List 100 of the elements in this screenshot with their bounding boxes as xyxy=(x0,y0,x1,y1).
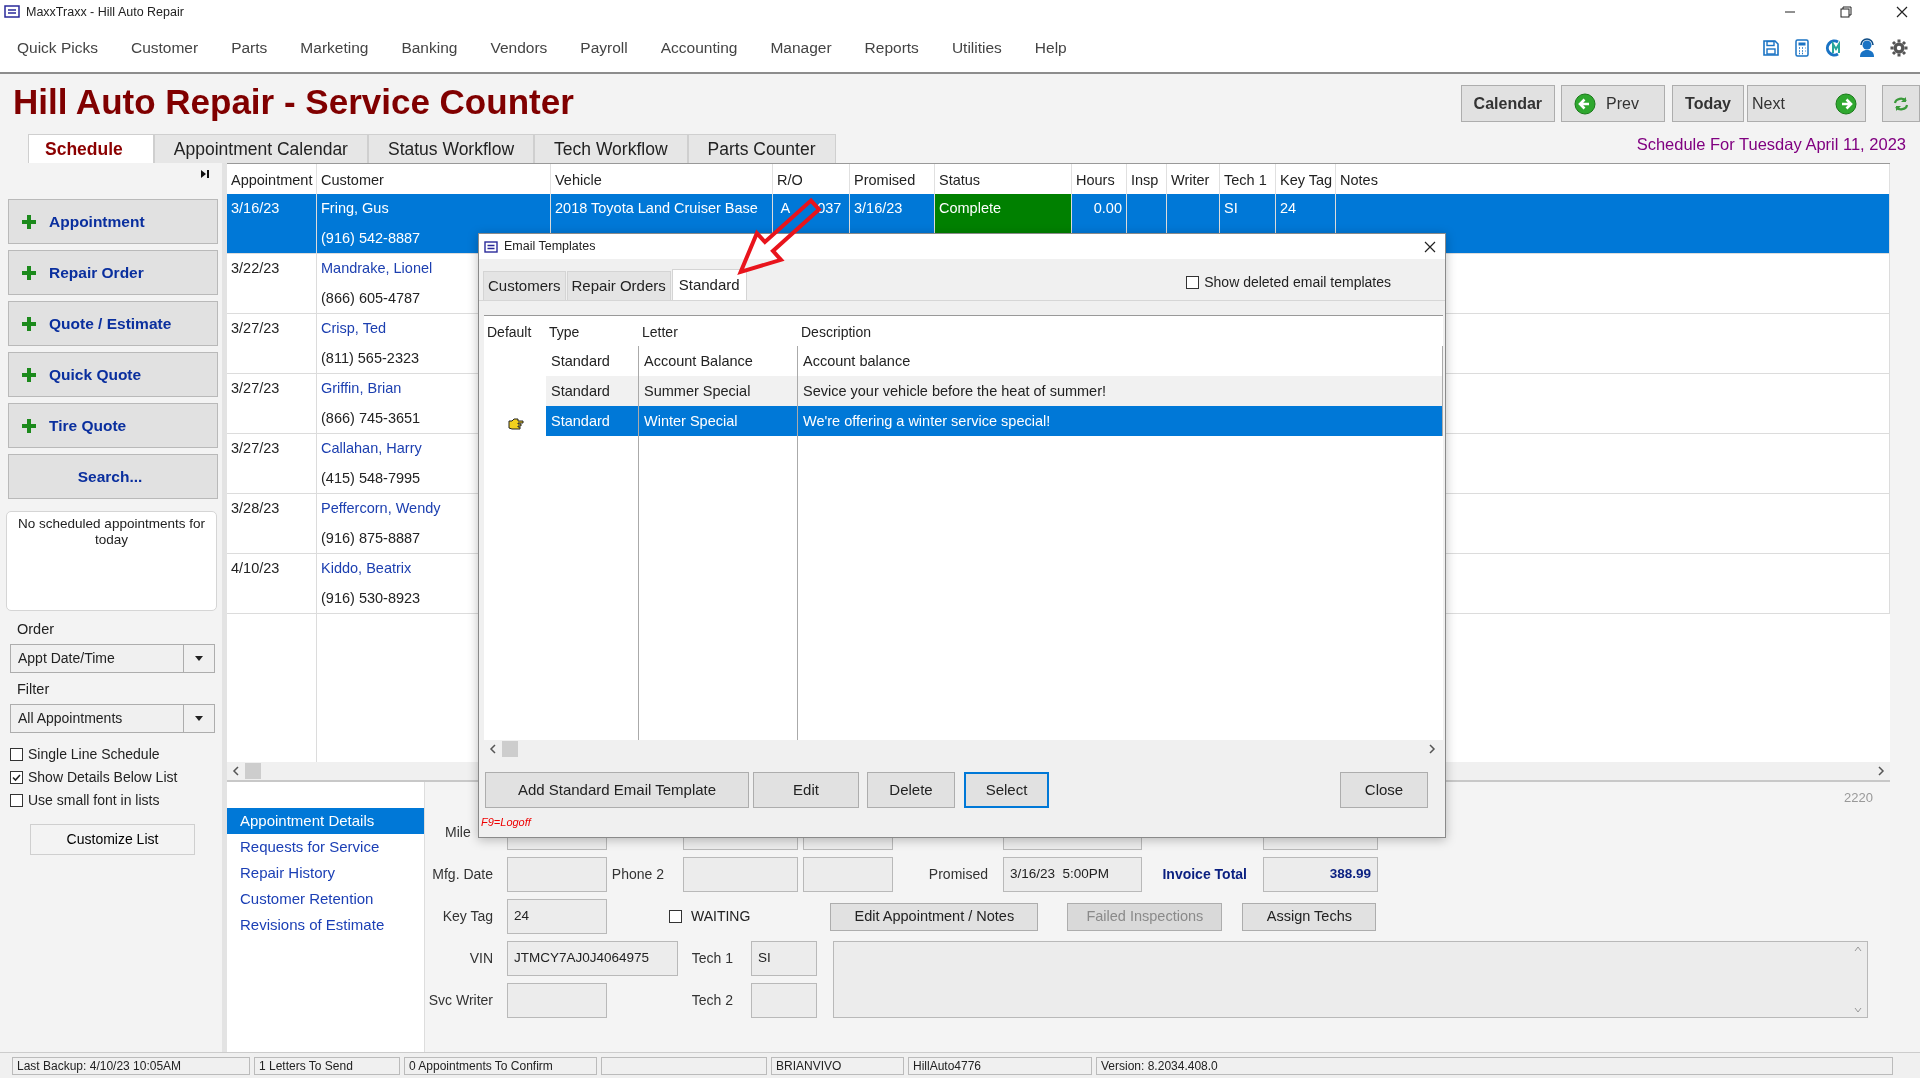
action-button[interactable]: Quote / Estimate xyxy=(8,301,218,346)
table-cell: 3/27/23 xyxy=(227,314,317,373)
prev-button[interactable]: Prev xyxy=(1561,85,1666,122)
menu-item[interactable]: Reports xyxy=(864,36,919,60)
dialog-button[interactable]: Select xyxy=(964,772,1049,808)
status-text: 1 Letters To Send xyxy=(254,1056,400,1075)
customer-name[interactable]: Crisp, Ted xyxy=(321,319,386,337)
dialog-button[interactable]: Add Standard Email Template xyxy=(485,772,749,808)
detail-tab[interactable]: Customer Retention xyxy=(227,886,424,912)
menu-item[interactable]: Marketing xyxy=(300,36,369,60)
tab[interactable]: Customers xyxy=(483,271,566,300)
calculator-icon[interactable] xyxy=(1794,39,1810,57)
dialog-button[interactable]: Delete xyxy=(867,772,955,808)
tab[interactable]: Status Workflow xyxy=(367,134,535,163)
table-cell: 4/10/23 xyxy=(227,554,317,613)
tab[interactable]: Repair Orders xyxy=(566,271,671,300)
plus-icon xyxy=(21,315,37,332)
input-field[interactable] xyxy=(507,983,607,1018)
checkbox[interactable] xyxy=(1186,276,1200,289)
action-button[interactable]: Edit Appointment / Notes xyxy=(830,902,1039,931)
tab[interactable]: Standard xyxy=(671,269,747,300)
menu-item[interactable]: Vendors xyxy=(490,36,548,60)
detail-tab[interactable]: Repair History xyxy=(227,860,424,886)
restore-icon[interactable] xyxy=(1840,6,1852,18)
menu-item[interactable]: Parts xyxy=(231,36,268,60)
tab[interactable]: Appointment Calendar xyxy=(153,134,368,163)
menu-item[interactable]: Help xyxy=(1034,36,1067,60)
detail-tab[interactable]: Requests for Service xyxy=(227,834,424,860)
action-button[interactable]: Appointment xyxy=(8,199,218,244)
input-field[interactable] xyxy=(803,857,893,892)
action-button[interactable]: Tire Quote xyxy=(8,403,218,448)
collapse-icon[interactable] xyxy=(200,169,210,179)
close-icon[interactable] xyxy=(1896,6,1908,18)
field-label: Promised xyxy=(927,865,989,884)
nav-button[interactable]: Today xyxy=(1672,85,1744,122)
field-label: Order xyxy=(17,620,56,639)
input-field[interactable] xyxy=(507,857,607,892)
checkbox[interactable] xyxy=(10,747,23,761)
nav-button[interactable]: Calendar xyxy=(1460,85,1556,122)
table-cell: 3/22/23 xyxy=(227,254,317,313)
action-button[interactable]: Quick Quote xyxy=(8,352,218,397)
scroll-thumb[interactable] xyxy=(502,741,518,757)
tab[interactable]: Schedule xyxy=(28,134,154,163)
customer-name[interactable]: Griffin, Brian xyxy=(321,379,402,397)
refresh-button[interactable] xyxy=(1882,85,1920,122)
column-header[interactable]: Type xyxy=(546,316,639,346)
menu-item[interactable]: Manager xyxy=(770,36,832,60)
input-field[interactable]: 3/16/23 5:00PM xyxy=(1003,857,1142,892)
customer-name[interactable]: Fring, Gus xyxy=(321,199,389,217)
search-button[interactable]: Search... xyxy=(8,454,218,499)
scroll-left-icon[interactable] xyxy=(231,766,241,776)
filter-dropdown[interactable]: All Appointments xyxy=(10,703,215,733)
scroll-right-icon[interactable] xyxy=(1427,744,1437,754)
tab[interactable]: Tech Workflow xyxy=(534,134,688,163)
settings-icon[interactable] xyxy=(1890,39,1908,57)
input-field[interactable] xyxy=(683,857,798,892)
checkbox[interactable] xyxy=(10,793,23,807)
detail-tab[interactable]: Revisions of Estimate xyxy=(227,912,424,938)
customer-name[interactable]: Peffercorn, Wendy xyxy=(321,499,441,517)
plus-icon xyxy=(21,366,37,383)
next-button[interactable]: Next xyxy=(1747,85,1866,122)
input-field[interactable]: JTMCY7AJ0J4064975 xyxy=(507,941,678,976)
column-header[interactable]: Default xyxy=(484,316,546,346)
close-button[interactable]: Close xyxy=(1340,772,1428,808)
close-icon[interactable] xyxy=(1424,240,1436,253)
plus-icon xyxy=(21,417,37,434)
input-field[interactable]: 24 xyxy=(507,899,607,934)
column-header[interactable]: Letter xyxy=(639,316,798,346)
detail-tab[interactable]: Appointment Details xyxy=(227,808,424,834)
customer-name[interactable]: Callahan, Harry xyxy=(321,439,422,457)
tab[interactable]: Parts Counter xyxy=(687,134,836,163)
action-button[interactable]: Assign Techs xyxy=(1242,902,1377,931)
input-field[interactable]: 388.99 xyxy=(1263,857,1378,892)
scroll-left-icon[interactable] xyxy=(488,744,498,754)
scroll-right-icon[interactable] xyxy=(1876,766,1886,776)
table-cell: Sevice your vehicle before the heat of summer! xyxy=(798,376,1443,406)
field-label: Tech 1 xyxy=(690,949,734,968)
dialog-button[interactable]: Edit xyxy=(753,772,859,808)
checkbox[interactable] xyxy=(10,770,23,784)
menu-item[interactable]: Customer xyxy=(130,36,199,60)
phone-number: (415) 548-7995 xyxy=(321,469,421,487)
order-dropdown[interactable]: Appt Date/Time xyxy=(10,643,215,673)
customer-name[interactable]: Mandrake, Lionel xyxy=(321,259,433,277)
customer-name[interactable]: Kiddo, Beatrix xyxy=(321,559,412,577)
action-button[interactable]: Repair Order xyxy=(8,250,218,295)
field-label: Phone 2 xyxy=(610,865,665,884)
input-field[interactable] xyxy=(751,983,817,1018)
menu-item[interactable]: Accounting xyxy=(660,36,738,60)
save-icon[interactable] xyxy=(1762,39,1780,57)
support-person-icon[interactable] xyxy=(1858,38,1876,58)
menu-item[interactable]: Utilities xyxy=(951,36,1002,60)
input-field[interactable]: SI xyxy=(751,941,817,976)
menu-item[interactable]: Quick Picks xyxy=(17,36,98,60)
scroll-thumb[interactable] xyxy=(245,763,261,779)
customize-button[interactable]: Customize List xyxy=(30,823,195,855)
column-header[interactable]: Description xyxy=(798,316,1443,346)
arrow-right-icon xyxy=(1835,92,1857,115)
checkbox[interactable] xyxy=(669,910,682,923)
menu-item[interactable]: Payroll xyxy=(580,36,628,60)
menu-item[interactable]: Banking xyxy=(401,36,458,60)
